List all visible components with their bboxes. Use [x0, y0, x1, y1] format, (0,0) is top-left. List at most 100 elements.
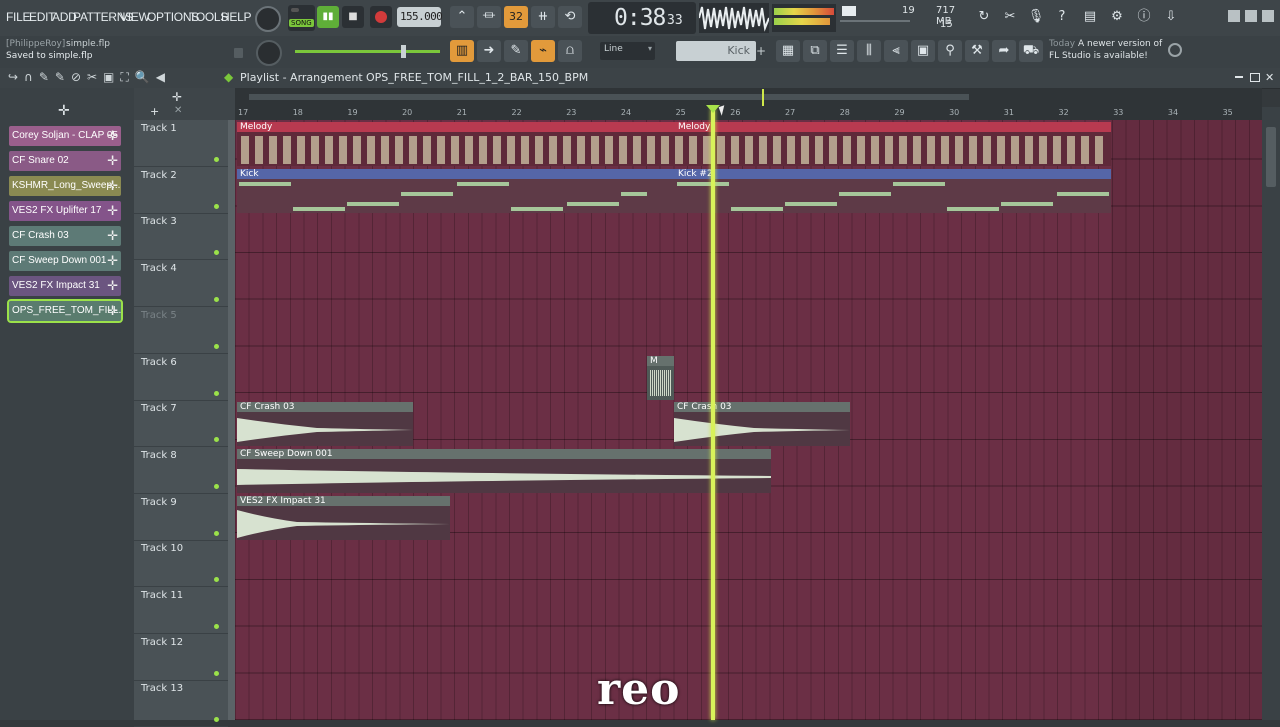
- record-button[interactable]: [370, 6, 392, 28]
- settings-icon[interactable]: ⚙: [1105, 6, 1129, 28]
- window-restore-icon[interactable]: [1245, 10, 1257, 22]
- master-volume-knob[interactable]: [255, 6, 281, 32]
- track-enable-led[interactable]: [214, 483, 219, 489]
- piano-roll-icon[interactable]: ⧉: [803, 40, 827, 62]
- channel-select[interactable]: Kick: [676, 41, 756, 61]
- track-enable-led[interactable]: [214, 250, 219, 256]
- song-mode-toggle[interactable]: SONG: [288, 5, 315, 31]
- news-message-1[interactable]: A newer version of: [1078, 39, 1162, 49]
- track-enable-led[interactable]: [214, 203, 219, 209]
- track-header[interactable]: Track 2: [134, 167, 228, 214]
- clip-item[interactable]: VES2 FX Uplifter 17 ✛: [9, 201, 121, 221]
- playlist-icon[interactable]: ▥: [450, 40, 474, 62]
- vertical-scrollbar[interactable]: [1262, 107, 1280, 720]
- pencil-icon[interactable]: ✎: [504, 40, 528, 62]
- cut-icon[interactable]: ✂: [998, 6, 1022, 28]
- track-header[interactable]: Track 11: [134, 587, 228, 634]
- menu-view[interactable]: VIEW: [120, 10, 150, 24]
- tempo-display[interactable]: 155.000: [397, 7, 443, 27]
- clip-item[interactable]: CF Snare 02 ✛: [9, 151, 121, 171]
- track-header[interactable]: Track 7: [134, 400, 228, 448]
- mic-icon[interactable]: 🎙: [1024, 6, 1048, 28]
- loop-record-button[interactable]: ⟲: [558, 6, 582, 28]
- audio-clip-sweep[interactable]: CF Sweep Down 001: [237, 449, 771, 493]
- help-icon[interactable]: ?: [1050, 6, 1074, 28]
- audio-clip-crash[interactable]: CF Crash 03: [674, 402, 850, 446]
- globe-icon[interactable]: [1168, 43, 1182, 57]
- zoom-icon[interactable]: ✛: [172, 90, 182, 104]
- add-channel-button[interactable]: +: [756, 41, 768, 61]
- arrow-right-icon[interactable]: ➜: [477, 40, 501, 62]
- clip-item[interactable]: KSHMR_Long_Sweep... ✛: [9, 176, 121, 196]
- track-enable-led[interactable]: [214, 577, 219, 583]
- cart-icon[interactable]: ⛟: [1019, 40, 1043, 62]
- track-header[interactable]: Track 9: [134, 494, 228, 541]
- news-message-2[interactable]: FL Studio is available!: [1049, 51, 1148, 61]
- export-icon[interactable]: ➦: [992, 40, 1016, 62]
- undo-icon[interactable]: ↻: [972, 6, 996, 28]
- clip-item-selected[interactable]: OPS_FREE_TOM_FILL... ✛: [7, 299, 123, 323]
- clip-item[interactable]: CF Sweep Down 001 ✛: [9, 251, 121, 271]
- menu-file[interactable]: FILE: [6, 10, 30, 24]
- track-header[interactable]: Track 5: [134, 307, 228, 354]
- info-icon[interactable]: ⓘ: [1132, 6, 1156, 28]
- track-enable-led[interactable]: [214, 343, 219, 349]
- track-enable-led[interactable]: [214, 624, 219, 629]
- track-header[interactable]: Track 6: [134, 354, 228, 401]
- play-button[interactable]: ▮▮: [317, 6, 339, 28]
- audio-clip-tiny[interactable]: M: [647, 356, 674, 400]
- blend-notes-button[interactable]: ⧺: [531, 6, 555, 28]
- download-icon[interactable]: ⇩: [1159, 6, 1183, 28]
- track-enable-led[interactable]: [214, 157, 219, 162]
- timeline-ruler[interactable]: 17 18 19 20 21 22 23 24 25 26 27 28 29 30 31 32 33 34 35: [235, 107, 1262, 120]
- audio-clip-impact[interactable]: VES2 FX Impact 31: [237, 496, 450, 540]
- playlist-close-icon[interactable]: ✕: [1265, 71, 1274, 84]
- track-header[interactable]: Track 10: [134, 540, 228, 588]
- clip-item[interactable]: CF Crash 03 ✛: [9, 226, 121, 246]
- playlist-pattern-name[interactable]: OPS_FREE_TOM_FILL_1_2_BAR_150_BPM: [366, 71, 588, 84]
- main-pitch-knob[interactable]: [256, 40, 282, 66]
- playhead[interactable]: [711, 108, 715, 720]
- track-enable-led[interactable]: [214, 390, 219, 396]
- track-enable-led[interactable]: [214, 437, 219, 443]
- channel-rack-icon[interactable]: ▦: [776, 40, 800, 62]
- audio-clip-crash[interactable]: CF Crash 03: [237, 402, 413, 446]
- plugin-icon[interactable]: ⚲: [938, 40, 962, 62]
- track-enable-led[interactable]: [214, 530, 219, 536]
- wait-input-button[interactable]: ⏛: [477, 6, 501, 28]
- tools-icon[interactable]: ⚒: [965, 40, 989, 62]
- pattern-block-melody[interactable]: Melody Melody: [237, 122, 1111, 166]
- stamp-icon[interactable]: ⩍: [558, 40, 582, 62]
- faders-icon[interactable]: ⫼: [857, 40, 881, 62]
- stop-button[interactable]: ■: [342, 6, 364, 28]
- overview-scrollbar[interactable]: [235, 88, 1262, 107]
- track-header[interactable]: Track 1: [134, 120, 228, 167]
- track-header[interactable]: Track 3: [134, 213, 228, 261]
- browser-icon[interactable]: ▣: [911, 40, 935, 62]
- pattern-step-button[interactable]: 32: [504, 6, 528, 28]
- snap-select[interactable]: Line ▾: [600, 42, 655, 60]
- track-header[interactable]: Track 13: [134, 680, 228, 727]
- save-icon[interactable]: ▤: [1078, 6, 1102, 28]
- master-volume-slider[interactable]: [295, 45, 440, 58]
- pattern-block-kick[interactable]: Kick Kick #2: [237, 169, 1111, 213]
- playlist-maximize-icon[interactable]: [1250, 73, 1260, 82]
- clip-item[interactable]: Corey Soljan - CLAP 05 ✛: [9, 126, 121, 146]
- playlist-minimize-icon[interactable]: [1235, 76, 1243, 78]
- clip-item[interactable]: VES2 FX Impact 31 ✛: [9, 276, 121, 296]
- window-minimize-icon[interactable]: [1228, 10, 1240, 22]
- magnet-icon[interactable]: ⌁: [531, 40, 555, 62]
- tree-icon[interactable]: ⫷: [884, 40, 908, 62]
- track-header[interactable]: Track 4: [134, 260, 228, 308]
- add-track-icon[interactable]: +: [150, 105, 159, 118]
- playlist-grid[interactable]: Melody Melody Kick Kick #2 M CF Crash 03…: [235, 120, 1262, 720]
- track-header[interactable]: Track 8: [134, 447, 228, 494]
- playhead-marker-icon[interactable]: [706, 105, 720, 113]
- track-enable-led[interactable]: [214, 297, 219, 303]
- menu-help[interactable]: HELP: [221, 10, 251, 24]
- collapse-icon[interactable]: ✕: [174, 105, 182, 116]
- track-enable-led[interactable]: [214, 670, 219, 676]
- window-close-icon[interactable]: [1262, 10, 1274, 22]
- metronome-button[interactable]: ⌃: [450, 6, 474, 28]
- mixer-icon[interactable]: ☰: [830, 40, 854, 62]
